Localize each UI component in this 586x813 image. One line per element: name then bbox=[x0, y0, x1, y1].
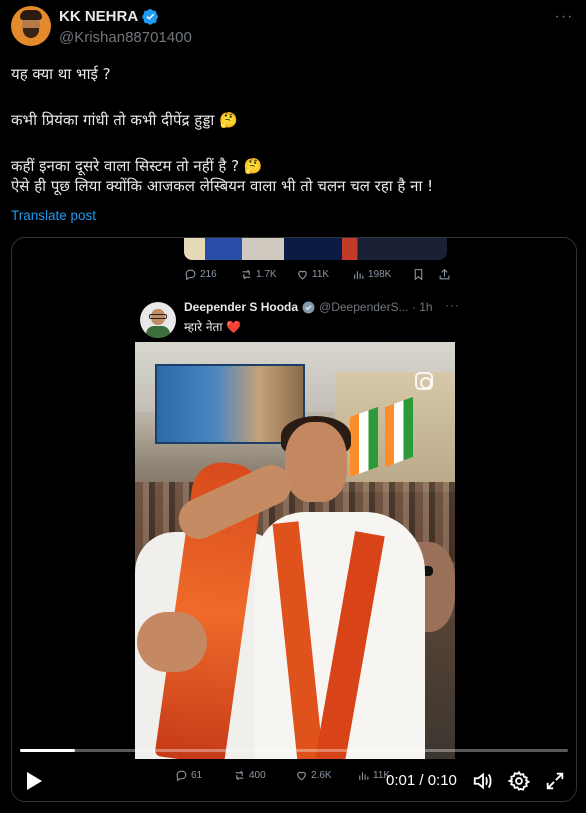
like-icon bbox=[298, 270, 307, 279]
post-header: KK NEHRA @Krishan88701400 ··· bbox=[11, 6, 576, 50]
bookmark-action[interactable] bbox=[412, 268, 438, 281]
repost-count: 1.7K bbox=[256, 268, 277, 280]
like-action[interactable]: 11K bbox=[296, 268, 352, 281]
translate-post-link[interactable]: Translate post bbox=[11, 208, 96, 223]
post-text: यह क्या था भाई ? कभी प्रियंका गांधी तो क… bbox=[11, 64, 571, 196]
like-count: 11K bbox=[312, 268, 330, 280]
volume-icon[interactable] bbox=[472, 770, 494, 792]
quoted-tweet-header: Deepender S Hooda @DeependerS... · 1h ··… bbox=[140, 294, 460, 338]
views-count: 198K bbox=[368, 268, 392, 280]
reply-action[interactable]: 216 bbox=[184, 268, 240, 281]
more-icon[interactable]: ··· bbox=[445, 298, 460, 312]
video-time: 0:01 / 0:10 bbox=[386, 772, 457, 789]
instagram-icon bbox=[415, 372, 433, 390]
bookmark-icon bbox=[414, 268, 423, 281]
post-line: कभी प्रियंका गांधी तो कभी दीपेंद्र हुड्ड… bbox=[11, 111, 238, 129]
author-display-name[interactable]: KK NEHRA bbox=[59, 8, 138, 25]
repost-action[interactable]: 1.7K bbox=[240, 268, 296, 281]
share-action[interactable] bbox=[438, 268, 451, 281]
repost-icon bbox=[242, 269, 251, 279]
quoted-name-row: Deepender S Hooda @DeependerS... · 1h bbox=[184, 300, 433, 314]
author-avatar[interactable] bbox=[11, 6, 51, 46]
reply-icon bbox=[185, 269, 196, 280]
quoted-tweet-text: म्हारे नेता ❤️ bbox=[184, 320, 242, 334]
quoted-handle-time: @DeependerS... · 1h bbox=[319, 300, 433, 314]
previous-tweet-actions: 216 1.7K 11K 198K bbox=[184, 266, 454, 282]
reply-count: 216 bbox=[200, 268, 217, 280]
media-card[interactable]: 216 1.7K 11K 198K Deepender S Hooda @Dee… bbox=[11, 237, 577, 802]
fullscreen-icon[interactable] bbox=[544, 770, 566, 792]
verified-badge-icon bbox=[142, 9, 159, 25]
video-frame[interactable] bbox=[135, 342, 455, 759]
verified-badge-icon bbox=[302, 301, 315, 313]
views-icon bbox=[354, 270, 364, 279]
video-controls: 0:01 / 0:10 bbox=[12, 764, 576, 798]
author-handle[interactable]: @Krishan88701400 bbox=[59, 29, 192, 46]
post-line: कहीं इनका दूसरे वाला सिस्टम तो नहीं है ?… bbox=[11, 157, 263, 175]
share-icon bbox=[439, 268, 450, 279]
play-icon[interactable] bbox=[24, 770, 44, 792]
post-line: यह क्या था भाई ? bbox=[11, 65, 111, 83]
previous-tweet-image bbox=[184, 238, 447, 260]
more-icon[interactable]: ··· bbox=[552, 8, 576, 28]
gear-icon[interactable] bbox=[508, 770, 530, 792]
post-line: ऐसे ही पूछ लिया क्योंकि आजकल लेस्बियन वा… bbox=[11, 177, 434, 195]
quoted-author-avatar[interactable] bbox=[140, 302, 176, 338]
video-progress-bar[interactable] bbox=[20, 749, 568, 752]
author-name-row: KK NEHRA bbox=[59, 8, 159, 25]
views-action[interactable]: 198K bbox=[352, 268, 412, 281]
video-progress-fill bbox=[20, 749, 75, 752]
quoted-display-name[interactable]: Deepender S Hooda bbox=[184, 300, 298, 314]
